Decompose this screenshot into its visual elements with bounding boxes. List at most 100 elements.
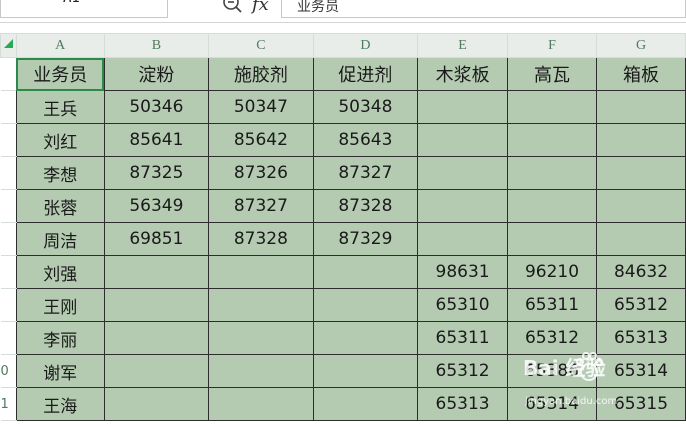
- table-cell[interactable]: [507, 123, 597, 157]
- table-cell[interactable]: [208, 354, 314, 388]
- table-cell[interactable]: [417, 189, 509, 223]
- row-header[interactable]: [0, 255, 17, 289]
- table-cell[interactable]: [312, 387, 419, 421]
- table-cell[interactable]: 84632: [596, 255, 686, 289]
- select-all-corner[interactable]: [0, 33, 17, 58]
- table-cell[interactable]: [103, 255, 210, 289]
- table-cell[interactable]: 65312: [507, 321, 597, 355]
- row-header[interactable]: 1: [0, 387, 17, 421]
- table-cell[interactable]: [596, 189, 686, 223]
- column-header-g[interactable]: G: [596, 33, 686, 58]
- table-cell[interactable]: [596, 123, 686, 157]
- table-cell[interactable]: [596, 90, 686, 124]
- table-cell[interactable]: 李想: [15, 156, 105, 190]
- table-cell[interactable]: 65312: [417, 354, 509, 388]
- table-cell[interactable]: 刘红: [15, 123, 105, 157]
- table-cell[interactable]: [596, 222, 686, 256]
- header-cell[interactable]: 促进剂: [312, 57, 419, 91]
- table-cell[interactable]: 87327: [208, 189, 314, 223]
- table-cell[interactable]: 87326: [208, 156, 314, 190]
- table-cell[interactable]: 65313: [596, 321, 686, 355]
- column-header-a[interactable]: A: [15, 33, 105, 58]
- table-cell[interactable]: [417, 123, 509, 157]
- row-header[interactable]: 0: [0, 354, 17, 388]
- header-cell[interactable]: 业务员: [15, 57, 105, 91]
- table-cell[interactable]: 87328: [208, 222, 314, 256]
- table-cell[interactable]: 96210: [507, 255, 597, 289]
- table-cell[interactable]: [417, 156, 509, 190]
- name-box-value[interactable]: A1: [63, 0, 80, 6]
- table-cell[interactable]: [208, 387, 314, 421]
- table-cell[interactable]: 85641: [103, 123, 210, 157]
- row-header[interactable]: [0, 57, 17, 91]
- row-header[interactable]: [0, 156, 17, 190]
- table-cell[interactable]: 56349: [103, 189, 210, 223]
- table-cell[interactable]: [103, 321, 210, 355]
- table-cell[interactable]: 65315: [596, 387, 686, 421]
- table-cell[interactable]: [103, 288, 210, 322]
- table-cell[interactable]: 50346: [103, 90, 210, 124]
- select-all-icon[interactable]: [4, 39, 13, 48]
- column-header-e[interactable]: E: [417, 33, 509, 58]
- row-header[interactable]: [0, 123, 17, 157]
- row-header[interactable]: [0, 321, 17, 355]
- table-cell[interactable]: 王刚: [15, 288, 105, 322]
- row-header[interactable]: [0, 222, 17, 256]
- column-header-c[interactable]: C: [208, 33, 314, 58]
- column-header-b[interactable]: B: [103, 33, 210, 58]
- table-cell[interactable]: [312, 255, 419, 289]
- table-cell[interactable]: 87325: [103, 156, 210, 190]
- table-cell[interactable]: 85642: [208, 123, 314, 157]
- table-cell[interactable]: [417, 90, 509, 124]
- table-cell[interactable]: 刘强: [15, 255, 105, 289]
- table-cell[interactable]: 65386: [507, 354, 597, 388]
- table-cell[interactable]: [312, 354, 419, 388]
- table-cell[interactable]: 65311: [417, 321, 509, 355]
- table-cell[interactable]: [312, 321, 419, 355]
- table-cell[interactable]: 98631: [417, 255, 509, 289]
- table-cell[interactable]: 王海: [15, 387, 105, 421]
- table-cell[interactable]: [208, 255, 314, 289]
- column-header-d[interactable]: D: [312, 33, 419, 58]
- row-header[interactable]: [0, 189, 17, 223]
- table-cell[interactable]: 张蓉: [15, 189, 105, 223]
- table-cell[interactable]: 69851: [103, 222, 210, 256]
- table-cell[interactable]: [507, 156, 597, 190]
- table-cell[interactable]: [208, 321, 314, 355]
- table-cell[interactable]: 65314: [596, 354, 686, 388]
- column-header-f[interactable]: F: [507, 33, 597, 58]
- table-cell[interactable]: 王兵: [15, 90, 105, 124]
- zoom-icon[interactable]: [222, 0, 244, 18]
- header-cell[interactable]: 施胶剂: [208, 57, 314, 91]
- table-cell[interactable]: 50347: [208, 90, 314, 124]
- table-cell[interactable]: 65312: [596, 288, 686, 322]
- table-cell[interactable]: [507, 189, 597, 223]
- table-cell[interactable]: [507, 222, 597, 256]
- header-cell[interactable]: 淀粉: [103, 57, 210, 91]
- name-box[interactable]: A1: [0, 0, 168, 18]
- table-cell[interactable]: [507, 90, 597, 124]
- table-cell[interactable]: 65314: [507, 387, 597, 421]
- table-cell[interactable]: 87327: [312, 156, 419, 190]
- table-cell[interactable]: 周洁: [15, 222, 105, 256]
- table-cell[interactable]: 85643: [312, 123, 419, 157]
- table-cell[interactable]: [103, 387, 210, 421]
- header-cell[interactable]: 高瓦: [507, 57, 597, 91]
- table-cell[interactable]: 87328: [312, 189, 419, 223]
- fx-icon[interactable]: fx: [252, 0, 269, 15]
- table-cell[interactable]: [208, 288, 314, 322]
- row-header[interactable]: [0, 288, 17, 322]
- table-cell[interactable]: [596, 156, 686, 190]
- table-cell[interactable]: 李丽: [15, 321, 105, 355]
- table-cell[interactable]: [103, 354, 210, 388]
- table-cell[interactable]: 谢军: [15, 354, 105, 388]
- table-cell[interactable]: 50348: [312, 90, 419, 124]
- formula-input[interactable]: 业务员: [281, 0, 686, 18]
- table-cell[interactable]: 65311: [507, 288, 597, 322]
- header-cell[interactable]: 木浆板: [417, 57, 509, 91]
- table-cell[interactable]: 65313: [417, 387, 509, 421]
- header-cell[interactable]: 箱板: [596, 57, 686, 91]
- row-header[interactable]: [0, 90, 17, 124]
- table-cell[interactable]: 87329: [312, 222, 419, 256]
- table-cell[interactable]: [417, 222, 509, 256]
